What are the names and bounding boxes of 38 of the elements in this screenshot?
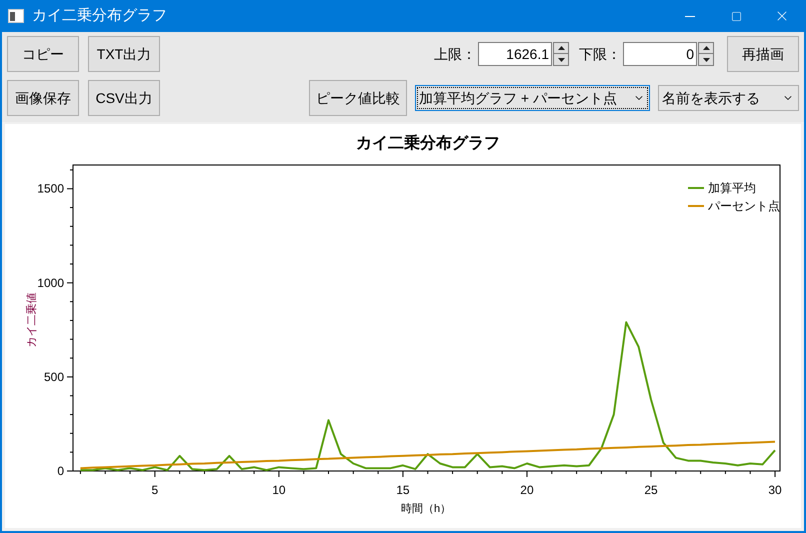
spin-up-button[interactable] [698,42,714,54]
spin-down-button[interactable] [698,54,714,66]
redraw-button[interactable]: 再描画 [727,36,799,72]
y-tick-label: 0 [57,464,64,478]
toolbar-button[interactable]: コピー [7,36,79,72]
dropdown[interactable]: 名前を表示する [658,85,799,111]
app-window-icon [8,9,24,23]
x-tick-label: 10 [272,483,286,497]
caret-up-icon [702,46,710,50]
peak-compare-button[interactable]: ピーク値比較 [309,80,407,116]
spin-up-button[interactable] [553,42,569,54]
number-field[interactable]: 1626.1 [478,42,552,66]
toolbar-button[interactable]: TXT出力 [88,36,160,72]
limit-label: 上限： [434,44,476,64]
maximize-icon [730,10,742,22]
y-axis-title: カイ二乗値 [26,292,38,348]
toolbar-button[interactable]: 画像保存 [7,80,79,116]
number-field[interactable]: 0 [623,42,697,66]
caret-down-icon [702,58,710,62]
toolbar-button[interactable]: CSV出力 [88,80,160,116]
y-tick-label: 500 [44,370,64,384]
spin-down-button[interactable] [553,54,569,66]
caret-up-icon [558,46,564,50]
legend-label: パーセント点 [708,199,780,213]
y-tick-label: 1000 [37,276,64,290]
limit-label: 下限： [579,44,621,64]
dropdown[interactable]: 加算平均グラフ + パーセント点 [415,85,650,111]
x-axis-title: 時間（h） [400,503,452,515]
x-tick-label: 30 [768,483,782,497]
x-tick-label: 20 [520,483,534,497]
x-tick-label: 25 [644,483,658,497]
x-tick-label: 5 [152,483,158,497]
legend-label: 加算平均 [708,181,756,195]
y-tick-label: 1500 [37,182,64,196]
chart-title: カイ二乗分布グラフ [356,135,500,152]
caret-down-icon [558,58,564,62]
window-title: カイ二乗分布グラフ [32,6,167,26]
x-tick-label: 15 [396,483,410,497]
